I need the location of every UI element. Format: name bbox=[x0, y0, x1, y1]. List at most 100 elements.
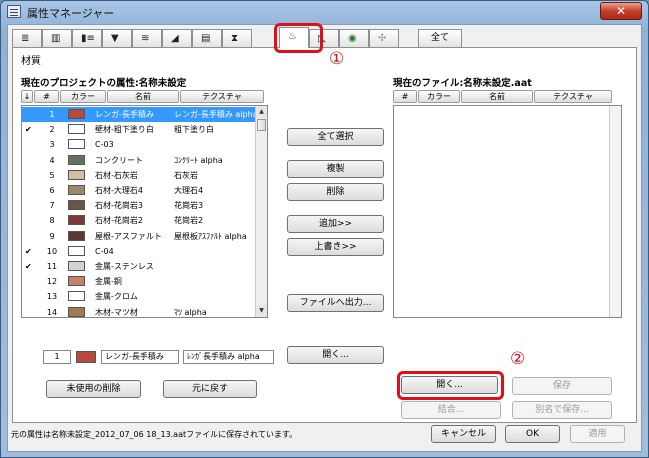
status-message: 元の属性は名称未設定_2012_07_06 18_13.aatファイルに保存され… bbox=[11, 430, 298, 439]
list-item[interactable]: ✔ 11 金属-ステンレス bbox=[22, 259, 267, 274]
edit-name-field[interactable]: レンガ-長手積み bbox=[101, 350, 179, 364]
merge-button[interactable]: 結合... bbox=[401, 401, 501, 419]
material-texture: レンガ-長手積み alpha bbox=[174, 110, 258, 119]
color-column-header[interactable]: カラー bbox=[60, 90, 106, 103]
fill-tab[interactable]: ▼ bbox=[102, 29, 132, 47]
list-item[interactable]: 6 石材-大理石4 大理石4 bbox=[22, 183, 267, 198]
material-texture: ﾏﾂ alpha bbox=[174, 307, 207, 317]
material-name: 石材-石灰岩 bbox=[95, 170, 138, 180]
pen-tab[interactable]: ▥ bbox=[42, 29, 72, 47]
fan-tab-icon: ✣ bbox=[378, 33, 387, 44]
fan-tab[interactable]: ✣ bbox=[369, 29, 399, 47]
material-texture: 石灰岩 bbox=[174, 170, 198, 180]
line-type-tab[interactable]: ▮≡ bbox=[72, 29, 102, 47]
material-color-swatch bbox=[68, 185, 85, 195]
file-texture-column-header[interactable]: テクスチャ bbox=[534, 90, 612, 103]
save-as-button[interactable]: 別名で保存... bbox=[512, 401, 612, 419]
list-item[interactable]: 1 レンガ-長手積み レンガ-長手積み alpha bbox=[22, 107, 267, 122]
list-item[interactable]: 14 木材-マツ材 ﾏﾂ alpha bbox=[22, 305, 267, 317]
list-item[interactable]: 9 屋根-アスファルト 屋根板ｱｽﾌｧﾙﾄ alpha bbox=[22, 229, 267, 244]
append-button[interactable]: 追加>> bbox=[287, 215, 384, 233]
list-item[interactable]: 13 金属-クロム bbox=[22, 289, 267, 304]
composite-tab[interactable]: ≋ bbox=[132, 29, 162, 47]
index-column-header[interactable]: # bbox=[34, 90, 59, 103]
list-item[interactable]: 12 金属-銅 bbox=[22, 274, 267, 289]
material-index: 8 bbox=[49, 216, 55, 226]
material-index: 6 bbox=[49, 186, 55, 195]
list-item[interactable]: 8 石材-花崗岩2 花崗岩2 bbox=[22, 213, 267, 228]
apply-button[interactable]: 適用 bbox=[570, 425, 625, 443]
pen-tab-icon: ▥ bbox=[51, 33, 61, 44]
material-color-swatch bbox=[68, 109, 85, 119]
edit-texture-field[interactable]: ﾚﾝｶﾞ長手積み alpha bbox=[183, 350, 274, 364]
close-button[interactable]: ✕ bbox=[600, 2, 642, 20]
material-color-swatch bbox=[68, 215, 85, 226]
list-item[interactable]: 7 石材-花崗岩3 花崗岩3 bbox=[22, 198, 267, 213]
material-index: 5 bbox=[49, 170, 55, 180]
hourglass-tab-icon: ⧗ bbox=[231, 33, 239, 44]
material-name: C-03 bbox=[95, 140, 114, 150]
export-to-file-button[interactable]: ファイルへ出力... bbox=[287, 294, 384, 312]
project-attributes-title: 現在のプロジェクトの属性:名称未設定 bbox=[21, 78, 187, 89]
undo-button[interactable]: 元に戻す bbox=[163, 380, 257, 398]
tab-all[interactable]: 全て bbox=[418, 29, 462, 47]
material-index: 13 bbox=[46, 292, 58, 302]
overwrite-button[interactable]: 上書き>> bbox=[287, 238, 384, 256]
city-tab[interactable]: ⧗ bbox=[222, 29, 252, 47]
project-materials-list[interactable]: 1 レンガ-長手積み レンガ-長手積み alpha ✔ 2 壁材-粗下塗り白 粗下塗り白 3 C… bbox=[21, 105, 268, 318]
material-index: 4 bbox=[49, 155, 55, 165]
material-color-swatch bbox=[68, 291, 85, 302]
file-color-column-header[interactable]: カラー bbox=[418, 90, 460, 103]
material-color-swatch bbox=[68, 261, 85, 271]
file-list-scrollbar[interactable] bbox=[609, 106, 621, 317]
layer-tab[interactable]: ≣ bbox=[12, 29, 42, 47]
sort-toggle-button[interactable]: ↓ bbox=[21, 90, 33, 103]
scroll-down-arrow[interactable]: ▼ bbox=[256, 305, 267, 317]
file-materials-list[interactable] bbox=[393, 105, 622, 318]
material-index: 12 bbox=[46, 277, 58, 287]
profile-tab[interactable]: ◢ bbox=[162, 29, 192, 47]
ok-button[interactable]: OK bbox=[505, 425, 560, 443]
list-scrollbar[interactable]: ▲ ▼ bbox=[255, 106, 267, 317]
scroll-up-arrow[interactable]: ▲ bbox=[256, 106, 267, 118]
texture-column-header[interactable]: テクスチャ bbox=[180, 90, 264, 103]
list-item[interactable]: ✔ 2 壁材-粗下塗り白 粗下塗り白 bbox=[22, 122, 267, 137]
list-item[interactable]: 4 コンクリート ｺﾝｸﾘｰﾄ alpha bbox=[22, 153, 267, 168]
list-item[interactable]: 5 石材-石灰岩 石灰岩 bbox=[22, 168, 267, 183]
globe-tab[interactable]: ◉ bbox=[339, 29, 369, 47]
open-small-button[interactable]: 開く... bbox=[287, 346, 384, 364]
duplicate-button[interactable]: 複製 bbox=[287, 160, 384, 178]
material-name: 石材-花崗岩2 bbox=[95, 216, 143, 226]
material-color-swatch bbox=[68, 245, 85, 256]
material-name: 金属-ステンレス bbox=[95, 262, 154, 271]
list-item[interactable]: 3 C-03 bbox=[22, 137, 267, 152]
zone-tab[interactable]: ▤ bbox=[192, 29, 222, 47]
edit-index-field[interactable]: 1 bbox=[43, 350, 71, 364]
section-title: 材質 bbox=[21, 56, 41, 67]
file-name-column-header[interactable]: 名前 bbox=[461, 90, 533, 103]
material-texture: 花崗岩3 bbox=[174, 201, 204, 211]
list-item[interactable]: ✔ 10 C-04 bbox=[22, 244, 267, 259]
app-icon bbox=[7, 5, 21, 18]
file-index-column-header[interactable]: # bbox=[393, 90, 417, 103]
edit-color-swatch[interactable] bbox=[76, 351, 96, 363]
profile-tab-icon: ◢ bbox=[171, 33, 179, 44]
title-bar[interactable]: 属性マネージャー ✕ bbox=[1, 1, 648, 23]
material-name: 金属-銅 bbox=[95, 277, 122, 287]
name-column-header[interactable]: 名前 bbox=[107, 90, 179, 103]
delete-button[interactable]: 削除 bbox=[287, 183, 384, 201]
in-use-check-icon: ✔ bbox=[25, 246, 32, 256]
material-name: レンガ-長手積み bbox=[95, 110, 154, 119]
select-all-button[interactable]: 全て選択 bbox=[287, 128, 384, 146]
cancel-button[interactable]: キャンセル bbox=[431, 425, 496, 443]
scroll-thumb[interactable] bbox=[257, 119, 266, 131]
material-texture: 屋根板ｱｽﾌｧﾙﾄ alpha bbox=[174, 231, 247, 241]
material-texture: ｺﾝｸﾘｰﾄ alpha bbox=[174, 155, 223, 165]
save-button[interactable]: 保存 bbox=[512, 377, 612, 395]
in-use-check-icon: ✔ bbox=[25, 125, 32, 135]
material-name: C-04 bbox=[95, 246, 114, 256]
callout-marker-two: ② bbox=[510, 349, 526, 369]
material-index: 10 bbox=[46, 246, 58, 256]
delete-unused-button[interactable]: 未使用の削除 bbox=[46, 380, 141, 398]
layer-tab-icon: ≣ bbox=[21, 33, 30, 44]
